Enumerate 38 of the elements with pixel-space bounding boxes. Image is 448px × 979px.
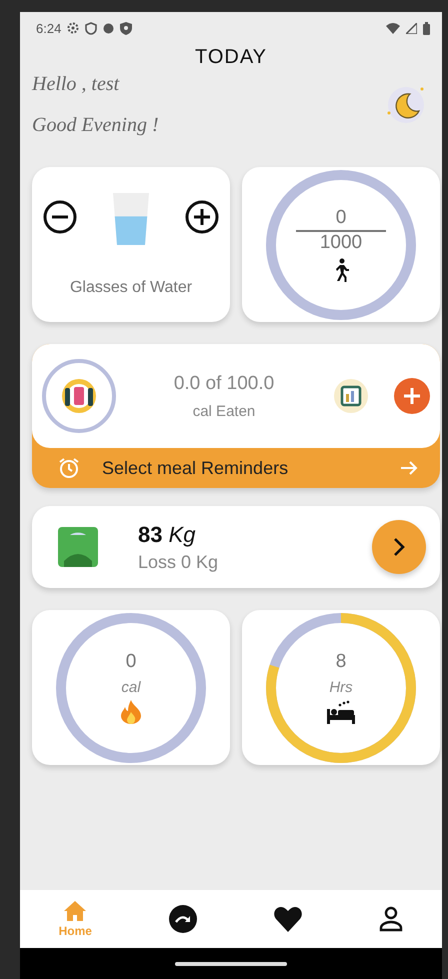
weight-change: Loss 0 Kg bbox=[138, 552, 220, 572]
signal-icon bbox=[406, 22, 417, 34]
meal-reminders-button[interactable]: Select meal Reminders bbox=[32, 448, 440, 488]
weight-details-button[interactable] bbox=[372, 520, 426, 574]
calories-value: 0 bbox=[126, 651, 136, 673]
wifi-icon bbox=[386, 22, 400, 34]
sleep-unit: Hrs bbox=[329, 679, 353, 696]
sleep-hours: 8 bbox=[336, 651, 346, 673]
shield-icon bbox=[120, 22, 132, 34]
plate-icon bbox=[61, 378, 97, 414]
gear-icon bbox=[67, 22, 80, 34]
water-glass-icon bbox=[111, 192, 151, 244]
battery-icon bbox=[423, 22, 430, 34]
dot-icon bbox=[103, 22, 114, 34]
heart-icon bbox=[274, 906, 302, 932]
steps-count: 0 bbox=[296, 207, 386, 232]
greeting-text: Hello , test bbox=[32, 73, 120, 96]
home-icon bbox=[63, 900, 88, 922]
greeting-text: Good Evening ! bbox=[32, 114, 159, 137]
calories-label: cal Eaten bbox=[192, 402, 256, 420]
alarm-clock-icon bbox=[58, 457, 80, 479]
bed-icon bbox=[326, 700, 356, 724]
weight-value: 83 Kg bbox=[138, 522, 197, 548]
calories-eaten: 0.0 of 100.0 bbox=[174, 372, 274, 394]
chevron-right-icon bbox=[393, 537, 405, 557]
status-time: 6:24 bbox=[36, 20, 62, 36]
flame-icon bbox=[121, 700, 141, 724]
scale-icon bbox=[58, 527, 98, 567]
calories-unit: cal bbox=[121, 679, 141, 696]
page-title: TODAY bbox=[194, 46, 268, 69]
plus-icon bbox=[403, 387, 421, 405]
add-meal-button[interactable] bbox=[394, 378, 430, 414]
arrow-right-icon bbox=[400, 460, 418, 476]
water-label: Glasses of Water bbox=[70, 278, 192, 296]
shield-icon bbox=[85, 22, 98, 34]
profile-icon bbox=[379, 906, 404, 932]
steps-goal: 1000 bbox=[320, 232, 362, 254]
chart-icon bbox=[332, 377, 370, 415]
